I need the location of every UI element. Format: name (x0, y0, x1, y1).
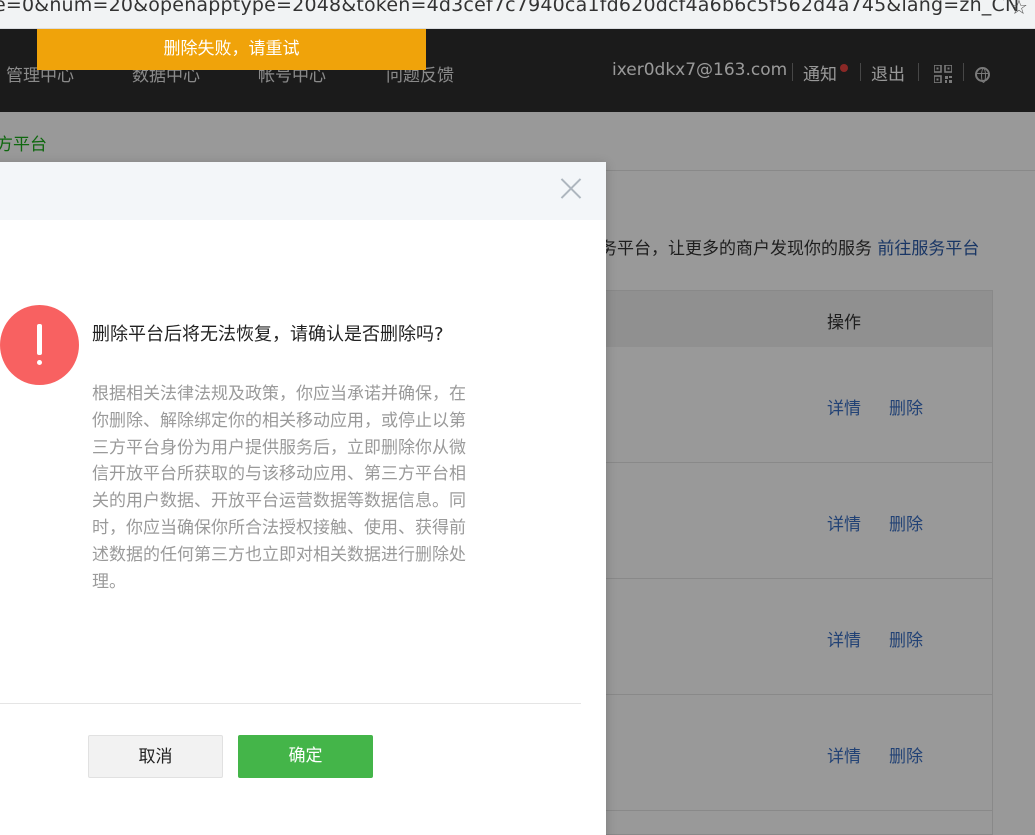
cancel-button[interactable]: 取消 (88, 735, 223, 778)
close-icon[interactable] (560, 177, 582, 199)
url-text[interactable]: e=0&num=20&openapptype=2048&token=4d3cef… (0, 0, 1019, 16)
warning-icon-bar (37, 324, 42, 355)
dialog-title: 删除平台后将无法恢复，请确认是否删除吗? (92, 324, 444, 345)
error-toast: 删除失败，请重试 (37, 29, 426, 70)
dialog-divider (0, 703, 581, 704)
delete-confirm-dialog: 删除平台后将无法恢复，请确认是否删除吗? 根据相关法律法规及政策，你应当承诺并确… (0, 162, 606, 835)
warning-icon-dot (37, 360, 42, 365)
confirm-button[interactable]: 确定 (238, 735, 373, 778)
dialog-header (0, 162, 606, 220)
address-bar[interactable]: e=0&num=20&openapptype=2048&token=4d3cef… (0, 0, 1035, 29)
warning-icon (0, 305, 79, 385)
bookmark-star-icon[interactable]: ☆ (1010, 0, 1028, 19)
dialog-body: 根据相关法律法规及政策，你应当承诺并确保，在你删除、解除绑定你的相关移动应用，或… (92, 384, 466, 592)
